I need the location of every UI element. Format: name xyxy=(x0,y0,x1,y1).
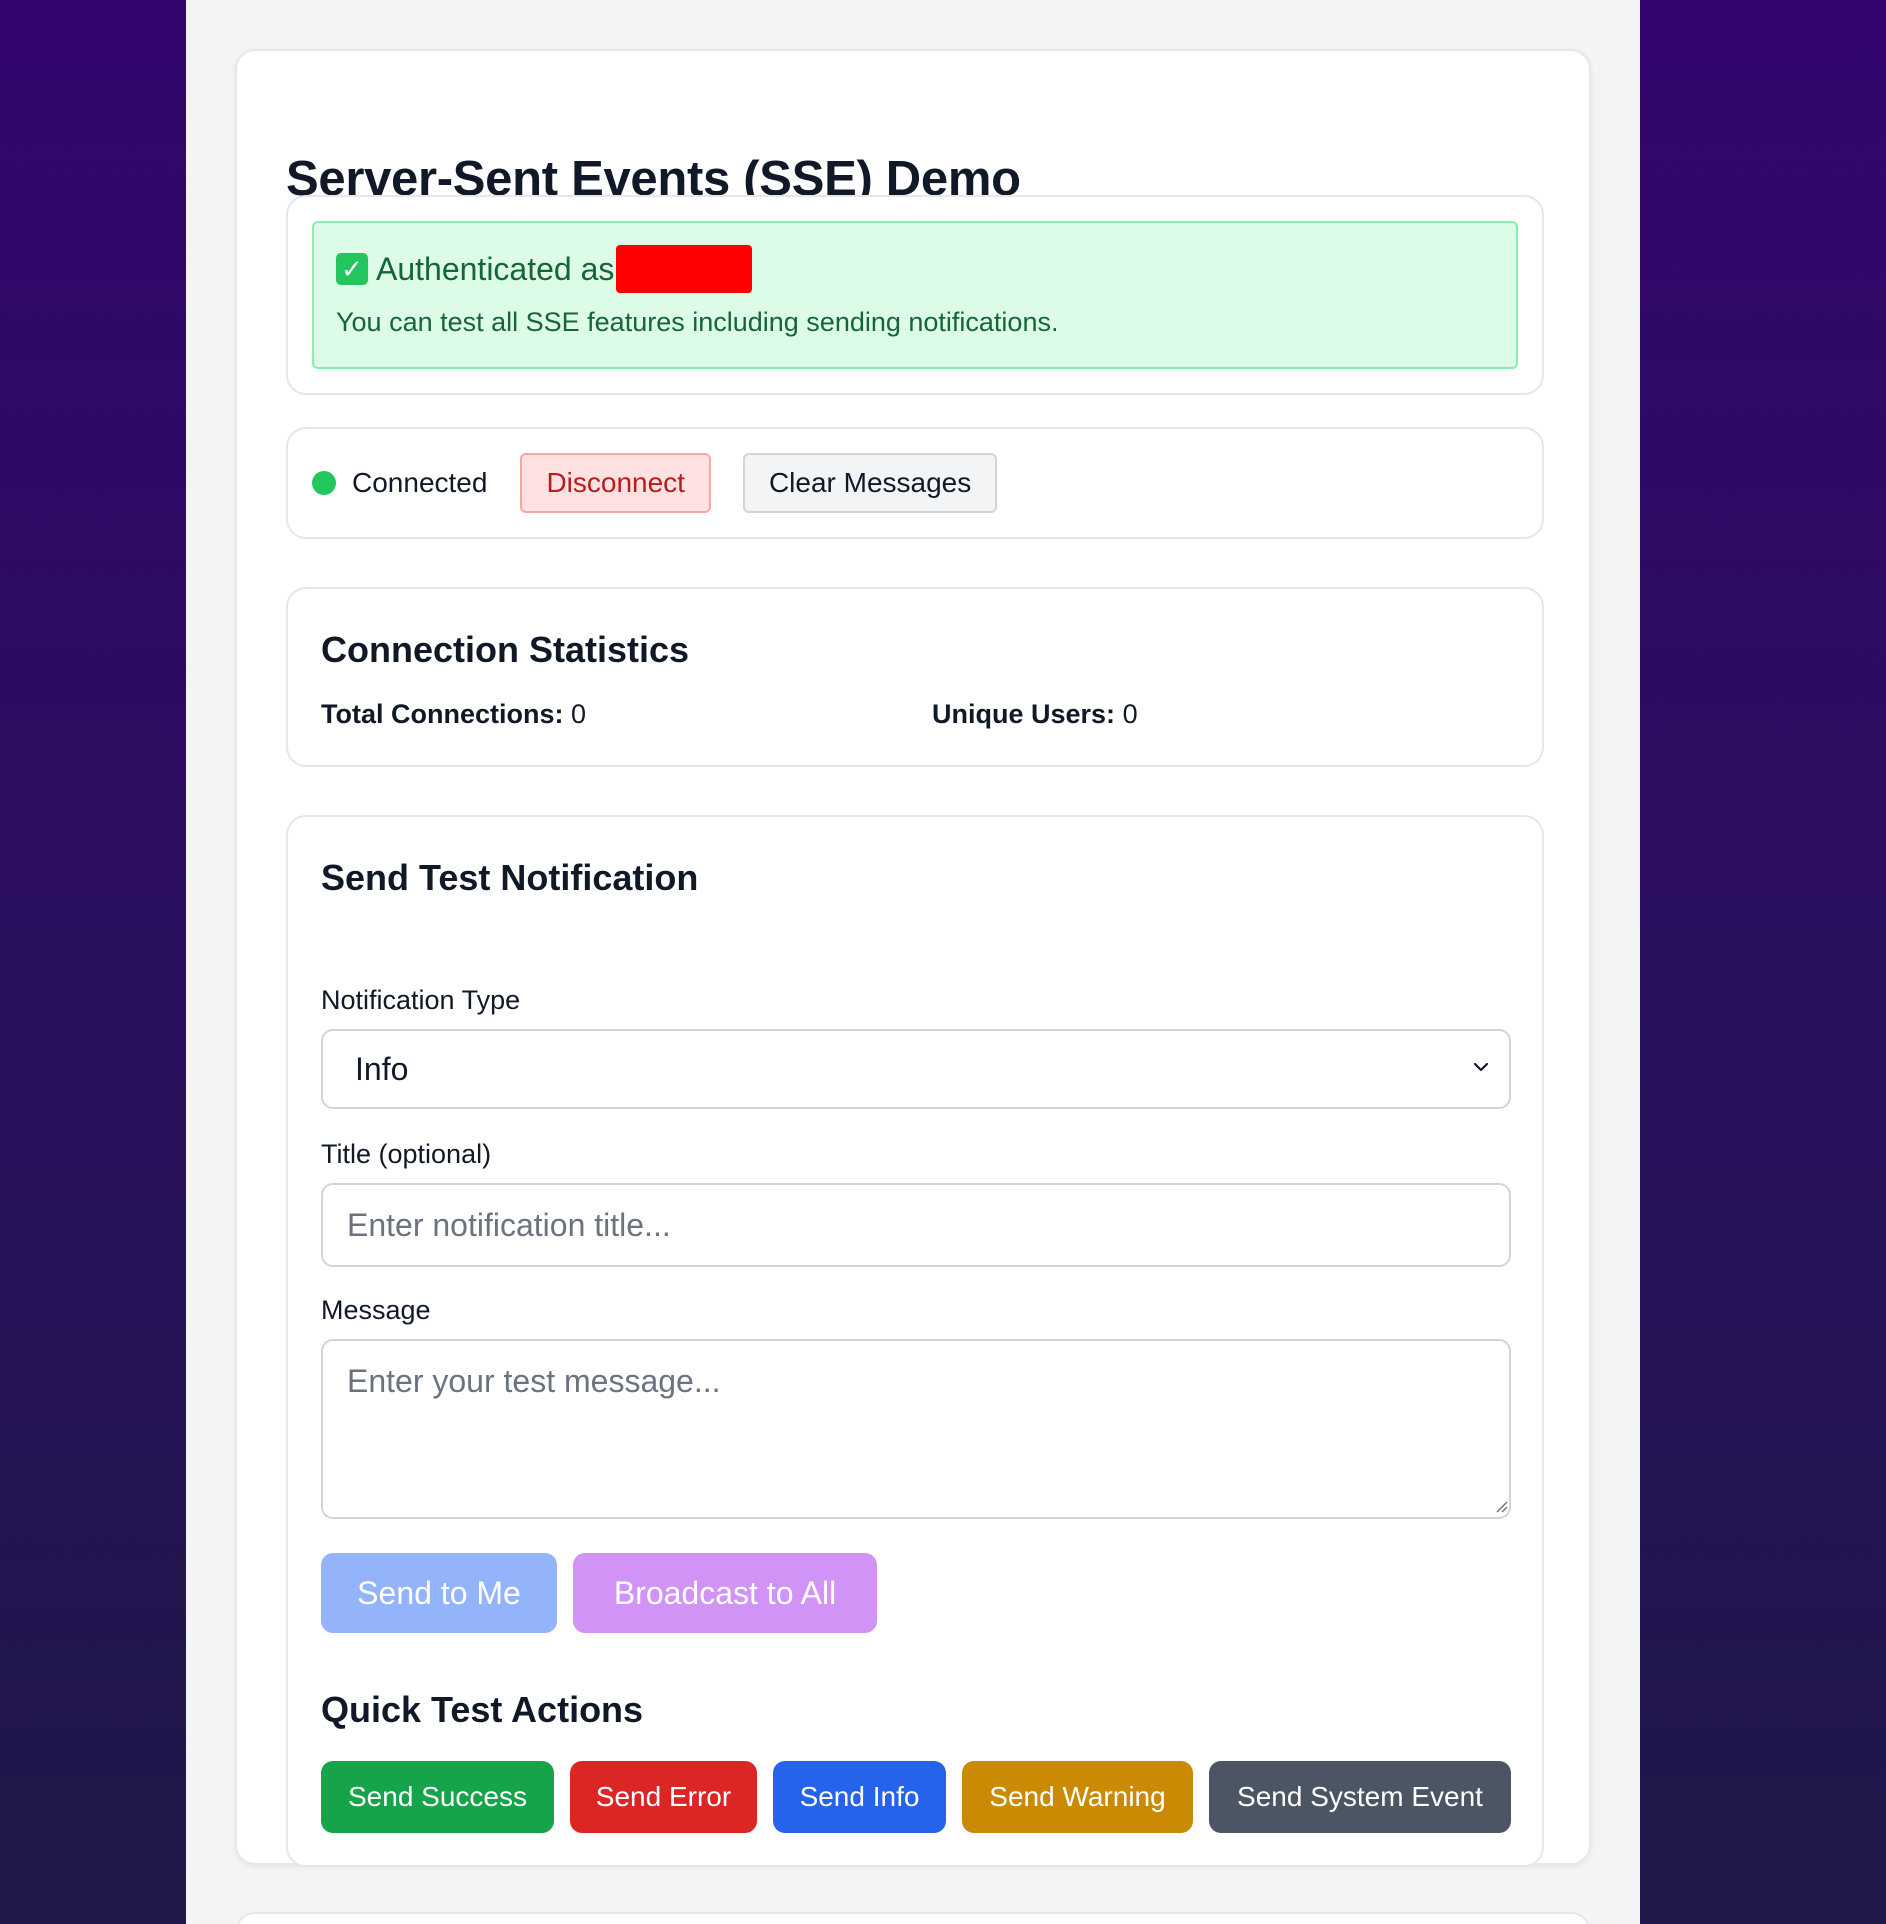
auth-panel: ✓ Authenticated as You can test all SSE … xyxy=(286,195,1544,395)
status-dot-icon xyxy=(312,471,336,495)
total-connections-value: 0 xyxy=(571,699,587,729)
unique-users-stat: Unique Users: 0 xyxy=(932,699,1138,730)
resize-handle-icon[interactable] xyxy=(1496,1501,1508,1513)
message-textarea[interactable] xyxy=(321,1339,1511,1519)
send-actions: Send to Me Broadcast to All xyxy=(321,1553,877,1633)
send-success-button[interactable]: Send Success xyxy=(321,1761,554,1833)
sse-demo-card: Server-Sent Events (SSE) Demo ✓ Authenti… xyxy=(235,49,1591,1867)
send-to-me-button[interactable]: Send to Me xyxy=(321,1553,557,1633)
connection-row: Connected Disconnect Clear Messages xyxy=(312,453,998,513)
clear-messages-button[interactable]: Clear Messages xyxy=(742,453,998,513)
unique-users-value: 0 xyxy=(1122,699,1138,729)
total-connections-label: Total Connections: xyxy=(321,699,564,729)
check-mark-icon: ✓ xyxy=(336,253,368,285)
send-info-button[interactable]: Send Info xyxy=(773,1761,946,1833)
notification-panel: Send Test Notification Notification Type… xyxy=(286,815,1544,1867)
next-section-card xyxy=(235,1912,1591,1924)
quick-actions-row: Send Success Send Error Send Info Send W… xyxy=(321,1761,1511,1833)
auth-prefix: Authenticated as xyxy=(376,250,615,287)
disconnect-button[interactable]: Disconnect xyxy=(520,453,711,513)
send-warning-button[interactable]: Send Warning xyxy=(962,1761,1193,1833)
total-connections-stat: Total Connections: 0 xyxy=(321,699,586,730)
page-column: Server-Sent Events (SSE) Demo ✓ Authenti… xyxy=(186,0,1640,1924)
connection-panel: Connected Disconnect Clear Messages xyxy=(286,427,1544,539)
send-system-event-button[interactable]: Send System Event xyxy=(1209,1761,1511,1833)
auth-description: You can test all SSE features including … xyxy=(336,307,1059,337)
message-label: Message xyxy=(321,1295,431,1325)
stats-panel: Connection Statistics Total Connections:… xyxy=(286,587,1544,767)
unique-users-label: Unique Users: xyxy=(932,699,1116,729)
notification-type-select[interactable]: Info xyxy=(321,1029,1511,1109)
notification-heading: Send Test Notification xyxy=(321,857,699,898)
connection-status: Connected xyxy=(352,467,488,498)
notification-type-label: Notification Type xyxy=(321,985,521,1015)
notification-type-value: Info xyxy=(355,1051,409,1087)
quick-actions-heading: Quick Test Actions xyxy=(321,1689,644,1730)
send-error-button[interactable]: Send Error xyxy=(570,1761,757,1833)
auth-status-box: ✓ Authenticated as You can test all SSE … xyxy=(312,221,1518,369)
broadcast-to-all-button[interactable]: Broadcast to All xyxy=(573,1553,877,1633)
title-input[interactable] xyxy=(321,1183,1511,1267)
auth-line: ✓ Authenticated as xyxy=(336,245,753,293)
stats-heading: Connection Statistics xyxy=(321,629,690,670)
title-label: Title (optional) xyxy=(321,1139,492,1169)
redacted-username xyxy=(616,245,753,293)
chevron-down-icon xyxy=(1473,1062,1489,1072)
